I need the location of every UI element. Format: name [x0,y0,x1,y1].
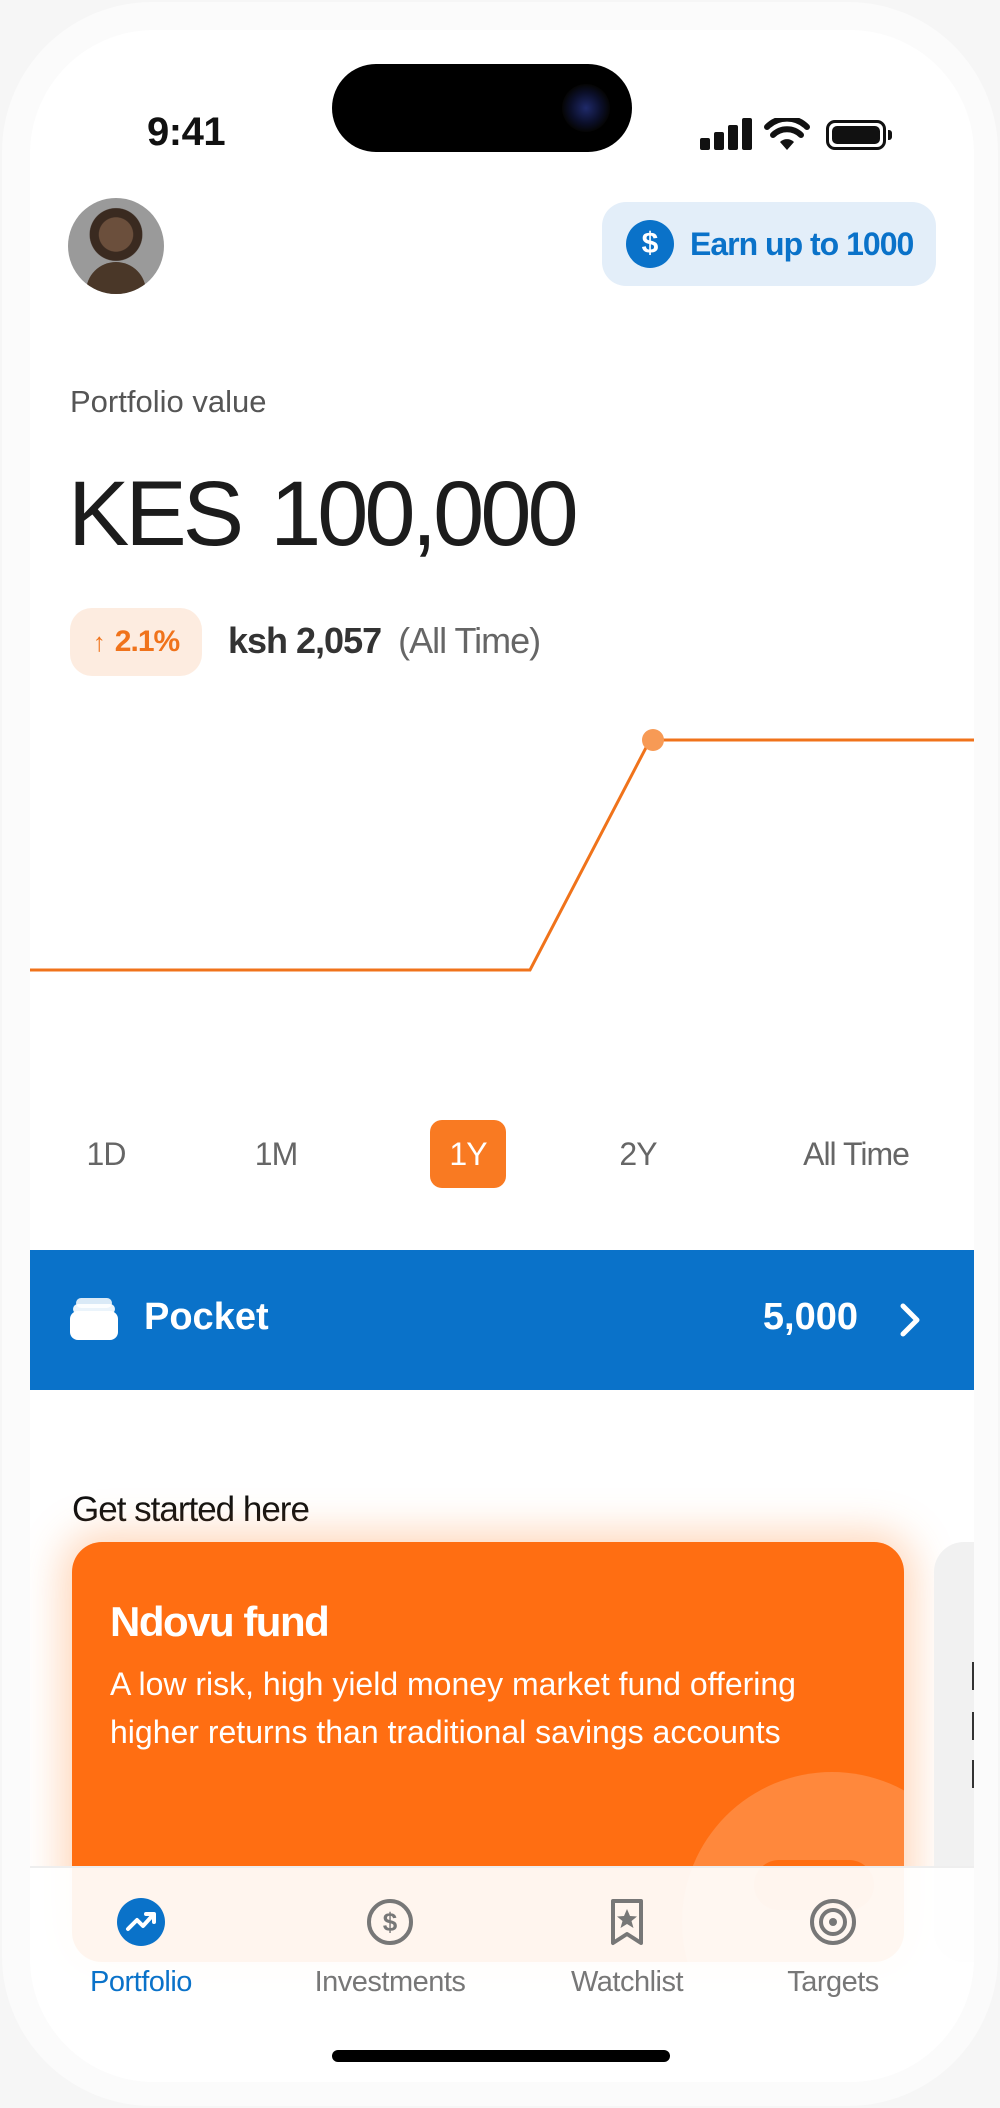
chart-line [30,738,974,972]
portfolio-chart[interactable] [30,710,974,1030]
app-screen: 9:41 $ Earn up to 1000 Portfolio value K… [30,30,974,2082]
home-indicator [332,2050,670,2062]
nav-targets[interactable]: Targets [768,1896,898,1999]
earn-button[interactable]: $ Earn up to 1000 [602,202,936,286]
fund-name: Ndovu fund [110,1598,330,1645]
pocket-row[interactable]: Pocket 5,000 [30,1250,974,1390]
change-period: (All Time) [398,620,541,661]
fund-description: A low risk, high yield money market fund… [110,1666,796,1750]
portfolio-value: KES 100,000 [68,462,579,567]
chart-highlight-point[interactable] [642,729,664,751]
period-tab-1m[interactable]: 1M [236,1120,316,1188]
camera-icon [562,84,610,132]
svg-text:$: $ [383,1907,398,1937]
nav-label: Investments [314,1966,466,1998]
pocket-value: 5,000 [762,1296,858,1338]
nav-label: Watchlist [570,1966,684,1998]
portfolio-amount: 100,000 [270,463,579,565]
bookmark-star-icon [601,1896,653,1948]
change-percent: 2.1% [114,625,180,658]
device-frame: 9:41 $ Earn up to 1000 Portfolio value K… [2,2,998,2106]
get-started-title: Get started here [72,1490,310,1529]
change-amount: ksh 2,057 [228,620,382,661]
nav-investments[interactable]: $ Investments [300,1896,480,1999]
nav-watchlist[interactable]: Watchlist [552,1896,702,1999]
earn-button-label: Earn up to 1000 [690,225,914,262]
nav-label: Portfolio [90,1966,192,1998]
nav-label: Targets [787,1966,879,1998]
nav-portfolio[interactable]: Portfolio [76,1896,206,1999]
status-time: 9:41 [147,110,226,154]
wallet-icon [70,1298,118,1340]
signal-icon [700,116,752,152]
chevron-right-icon [900,1303,920,1337]
pocket-title: Pocket [144,1296,269,1338]
currency-code: KES [68,463,244,565]
change-summary: ksh 2,057 (All Time) [228,620,541,662]
bottom-nav: Portfolio $ Investments Watchlist Target… [30,1866,974,2082]
wifi-icon [764,118,810,150]
dollar-circle-icon: $ [364,1896,416,1948]
period-selector: 1D 1M 1Y 2Y All Time [30,1120,974,1188]
battery-icon [826,120,892,150]
period-tab-2y[interactable]: 2Y [590,1120,686,1188]
dollar-coin-icon: $ [626,220,674,268]
period-tab-all-time[interactable]: All Time [768,1120,944,1188]
target-icon [807,1896,859,1948]
portfolio-value-label: Portfolio value [70,384,267,419]
period-tab-1d[interactable]: 1D [66,1120,146,1188]
trending-up-icon [115,1896,167,1948]
period-tab-1y[interactable]: 1Y [430,1120,506,1188]
avatar[interactable] [68,198,164,294]
arrow-up-icon: ↑ [92,626,106,657]
dynamic-island [332,64,632,152]
change-badge: ↑ 2.1% [70,608,202,676]
